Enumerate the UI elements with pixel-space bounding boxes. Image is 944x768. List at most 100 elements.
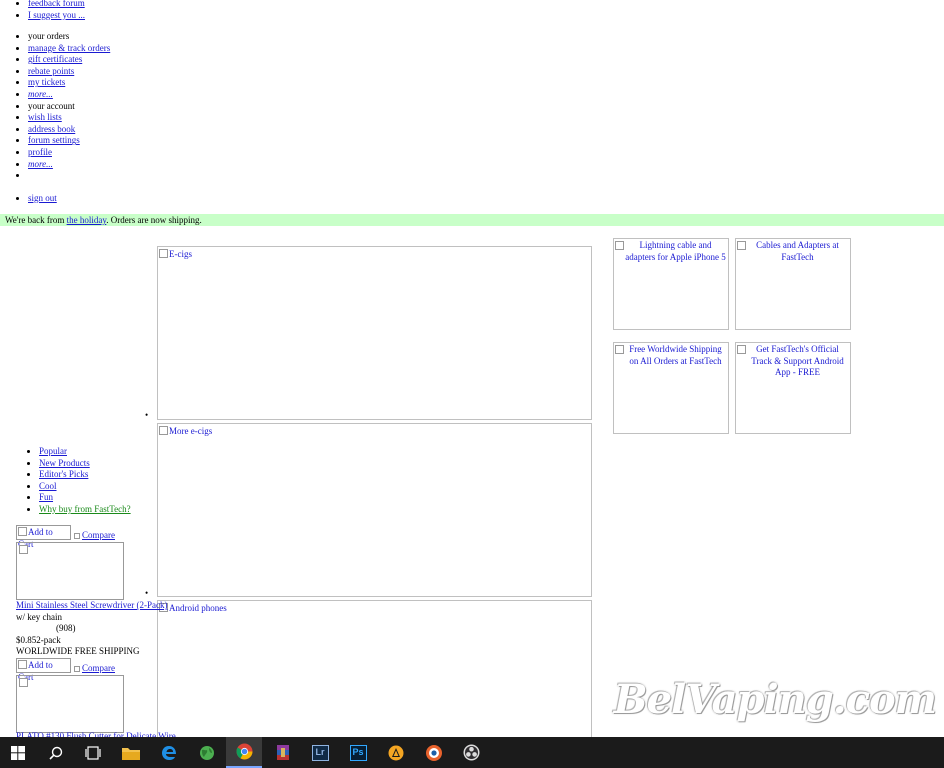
windows-start-button[interactable] <box>0 737 36 768</box>
ad-alt-text: Get FastTech's Official Track & Support … <box>751 344 844 378</box>
lightroom-button[interactable]: Lr <box>302 737 338 768</box>
holiday-link[interactable]: the holiday <box>67 215 107 225</box>
product-thumbnail[interactable] <box>16 675 124 733</box>
search-button[interactable] <box>38 737 74 768</box>
account-menu-item: your orders <box>28 31 110 43</box>
vlc-button[interactable] <box>378 737 414 768</box>
category-item: Why buy from FastTech? <box>39 504 131 516</box>
account-menu-item: gift certificates <box>28 54 110 66</box>
product-thumbnail[interactable] <box>16 542 124 600</box>
top-links: feedback forum I suggest you ... <box>28 0 85 21</box>
obs-icon <box>463 744 479 761</box>
ad-free-shipping[interactable]: Free Worldwide Shipping on All Orders at… <box>613 342 729 434</box>
obs-button[interactable] <box>453 737 489 768</box>
slide-bullet: • <box>145 588 149 598</box>
account-menu-item: forum settings <box>28 135 110 147</box>
broken-image-icon <box>737 241 746 250</box>
account-menu-link[interactable]: my tickets <box>28 77 65 87</box>
broken-image-icon <box>18 660 27 669</box>
orange-app-button[interactable] <box>416 737 452 768</box>
notice-bar: We're back from the holiday. Orders are … <box>0 214 944 226</box>
broken-image-icon <box>615 345 624 354</box>
category-link[interactable]: Why buy from FastTech? <box>39 504 131 514</box>
product-name-link[interactable]: Mini Stainless Steel Screwdriver (2-Pack… <box>16 600 167 612</box>
i-suggest-link[interactable]: I suggest you ... <box>28 10 85 20</box>
account-menu-item: rebate points <box>28 66 110 78</box>
signout-item: sign out <box>28 193 57 205</box>
feedback-forum-link[interactable]: feedback forum <box>28 0 85 8</box>
task-view-button[interactable] <box>75 737 111 768</box>
windows-logo-icon <box>11 745 25 760</box>
gear-eye-icon <box>426 744 442 761</box>
category-item: Editor's Picks <box>39 469 131 481</box>
add-to-cart-button[interactable]: Add to Cart <box>16 658 71 682</box>
winrar-button[interactable] <box>265 737 301 768</box>
banner-android-phones[interactable]: Android phones <box>157 600 592 740</box>
globe-icon <box>200 745 214 760</box>
add-to-cart-button[interactable]: Add to Cart <box>16 525 71 549</box>
chrome-icon <box>236 743 252 760</box>
category-item: Fun <box>39 492 131 504</box>
task-view-icon <box>85 745 101 760</box>
windows-taskbar: Lr Ps <box>0 737 944 768</box>
broken-image-icon <box>159 249 168 258</box>
lightroom-label: Lr <box>315 746 325 757</box>
account-menu-link[interactable]: manage & track orders <box>28 43 110 53</box>
compare-link[interactable]: Compare <box>82 663 115 675</box>
account-menu-item <box>28 170 110 182</box>
account-menu-link[interactable]: more... <box>28 89 53 99</box>
category-list: Popular New ProductsEditor's Picks CoolFun… <box>39 446 131 516</box>
edge-browser-button[interactable] <box>151 737 187 768</box>
folder-icon <box>122 747 140 760</box>
account-menu-item: manage & track orders <box>28 43 110 55</box>
account-menu-link[interactable]: more... <box>28 159 53 169</box>
category-link[interactable]: New Products <box>39 458 90 468</box>
account-menu-link[interactable]: rebate points <box>28 66 74 76</box>
broken-image-icon <box>18 527 27 536</box>
product-review-count: (908) <box>56 623 76 633</box>
ad-alt-text: Cables and Adapters at FastTech <box>756 240 839 262</box>
category-link[interactable]: Popular <box>39 446 67 456</box>
account-menu-link[interactable]: address book <box>28 124 75 134</box>
category-link[interactable]: Cool <box>39 481 57 491</box>
account-menu-item: more... <box>28 159 110 171</box>
account-menu-heading: your orders <box>28 31 70 41</box>
top-link-item: feedback forum <box>28 0 85 10</box>
banner-more-e-cigs[interactable]: More e-cigs <box>157 423 592 597</box>
cone-icon <box>388 745 404 760</box>
category-link[interactable]: Fun <box>39 492 53 502</box>
maps-app-button[interactable] <box>189 737 225 768</box>
broken-image-icon <box>159 426 168 435</box>
account-menu-link[interactable]: profile <box>28 147 52 157</box>
account-menu-item: more... <box>28 89 110 101</box>
sign-out-link[interactable]: sign out <box>28 193 57 203</box>
file-explorer-button[interactable] <box>113 737 149 768</box>
lightroom-icon: Lr <box>311 744 329 761</box>
account-menu-link[interactable]: forum settings <box>28 135 80 145</box>
account-menu-item: my tickets <box>28 77 110 89</box>
account-menu-item: your account <box>28 101 110 113</box>
notice-text-before: We're back from <box>5 215 67 225</box>
banner-e-cigs[interactable]: E-cigs <box>157 246 592 420</box>
category-link[interactable]: Editor's Picks <box>39 469 88 479</box>
photoshop-label: Ps <box>352 746 364 757</box>
photoshop-icon: Ps <box>349 744 367 761</box>
slide-bullet: • <box>145 410 149 420</box>
account-menu-link[interactable]: wish lists <box>28 112 62 122</box>
compare-checkbox[interactable] <box>74 533 80 539</box>
account-menu-link[interactable]: gift certificates <box>28 54 82 64</box>
notice-text-after: . Orders are now shipping. <box>106 215 202 225</box>
photoshop-button[interactable]: Ps <box>340 737 376 768</box>
broken-image-icon <box>737 345 746 354</box>
compare-link[interactable]: Compare <box>82 530 115 542</box>
broken-image-icon <box>19 545 28 554</box>
ad-android-app[interactable]: Get FastTech's Official Track & Support … <box>735 342 851 434</box>
ad-cables-adapters[interactable]: Cables and Adapters at FastTech <box>735 238 851 330</box>
search-icon <box>49 746 63 760</box>
compare-checkbox[interactable] <box>74 666 80 672</box>
banner-alt-text: E-cigs <box>169 249 192 259</box>
product-price: $0.852-pack <box>16 635 61 645</box>
chrome-button[interactable] <box>226 737 262 768</box>
account-menu-item: profile <box>28 147 110 159</box>
ad-lightning-cable[interactable]: Lightning cable and adapters for Apple i… <box>613 238 729 330</box>
